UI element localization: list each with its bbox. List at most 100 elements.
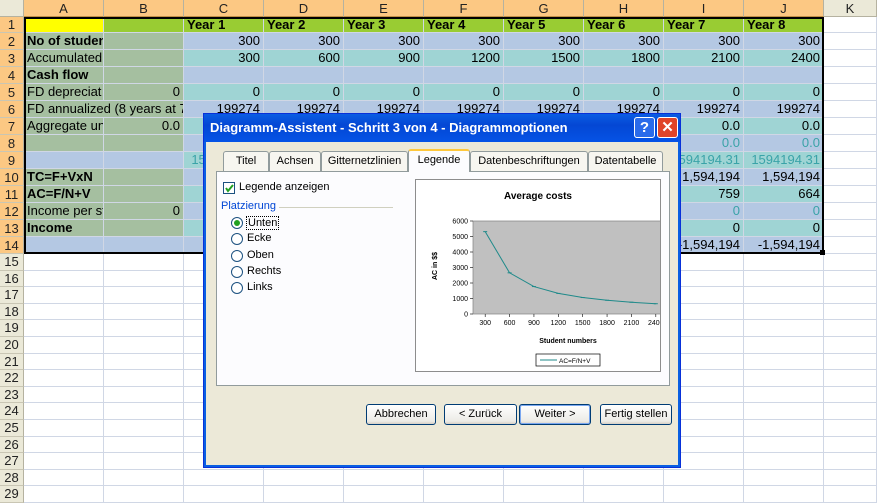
cell-a22[interactable] bbox=[24, 370, 104, 387]
cell-e1[interactable]: Year 3 bbox=[344, 17, 424, 33]
cell-j18[interactable] bbox=[744, 303, 824, 321]
cell-a12[interactable]: Income per st bbox=[24, 203, 104, 220]
tab-legende[interactable]: Legende bbox=[408, 149, 470, 172]
cell-f3[interactable]: 1200 bbox=[424, 50, 504, 67]
cell-b13[interactable] bbox=[104, 220, 184, 237]
cell-i29[interactable] bbox=[664, 486, 744, 503]
cell-j13[interactable]: 0 bbox=[744, 220, 824, 237]
cell-b24[interactable] bbox=[104, 403, 184, 420]
cell-g1[interactable]: Year 5 bbox=[504, 17, 584, 33]
cell-k20[interactable] bbox=[824, 337, 877, 354]
row-header-9[interactable]: 9 bbox=[0, 152, 24, 169]
cell-k29[interactable] bbox=[824, 486, 877, 503]
back-button[interactable]: < Zurück bbox=[444, 404, 517, 425]
row-header-29[interactable]: 29 bbox=[0, 486, 24, 503]
help-button[interactable]: ? bbox=[634, 117, 655, 138]
cell-a16[interactable] bbox=[24, 270, 104, 288]
cell-k14[interactable] bbox=[824, 237, 877, 254]
cell-k5[interactable] bbox=[824, 84, 877, 101]
cell-a7[interactable]: Aggregate un bbox=[24, 118, 104, 135]
cell-k1[interactable] bbox=[824, 17, 877, 33]
cell-j7[interactable]: 0.0 bbox=[744, 118, 824, 135]
cell-g3[interactable]: 1500 bbox=[504, 50, 584, 67]
column-header-h[interactable]: H bbox=[584, 0, 664, 17]
cell-k4[interactable] bbox=[824, 67, 877, 84]
column-header-j[interactable]: J bbox=[744, 0, 824, 17]
cell-j10[interactable]: 1,594,194 bbox=[744, 169, 824, 186]
cell-b14[interactable] bbox=[104, 237, 184, 254]
placement-corner-radio[interactable] bbox=[231, 233, 243, 245]
cell-j2[interactable]: 300 bbox=[744, 33, 824, 50]
cell-c5[interactable]: 0 bbox=[184, 84, 264, 101]
cell-j14[interactable]: -1,594,194 bbox=[744, 237, 824, 254]
row-header-14[interactable]: 14 bbox=[0, 237, 24, 254]
cell-a25[interactable] bbox=[24, 420, 104, 437]
column-header-f[interactable]: F bbox=[424, 0, 504, 17]
row-header-27[interactable]: 27 bbox=[0, 453, 24, 470]
row-header-24[interactable]: 24 bbox=[0, 403, 24, 420]
cell-g28[interactable] bbox=[504, 469, 584, 487]
cell-k3[interactable] bbox=[824, 50, 877, 67]
row-header-18[interactable]: 18 bbox=[0, 303, 24, 321]
cell-c4[interactable] bbox=[184, 67, 264, 84]
cell-b15[interactable] bbox=[104, 254, 184, 271]
row-header-25[interactable]: 25 bbox=[0, 420, 24, 437]
cell-j4[interactable] bbox=[744, 67, 824, 84]
cell-b7[interactable]: 0.0 bbox=[104, 118, 184, 135]
cell-d1[interactable]: Year 2 bbox=[264, 17, 344, 33]
cell-h5[interactable]: 0 bbox=[584, 84, 664, 101]
cell-j15[interactable] bbox=[744, 254, 824, 271]
cell-d29[interactable] bbox=[264, 486, 344, 503]
cell-d28[interactable] bbox=[264, 469, 344, 487]
cell-b3[interactable] bbox=[104, 50, 184, 67]
cell-d5[interactable]: 0 bbox=[264, 84, 344, 101]
cell-i3[interactable]: 2100 bbox=[664, 50, 744, 67]
row-header-8[interactable]: 8 bbox=[0, 135, 24, 152]
column-header-i[interactable]: I bbox=[664, 0, 744, 17]
cell-a29[interactable] bbox=[24, 486, 104, 503]
cell-h3[interactable]: 1800 bbox=[584, 50, 664, 67]
cell-b9[interactable] bbox=[104, 152, 184, 169]
cell-a27[interactable] bbox=[24, 453, 104, 470]
cell-a21[interactable] bbox=[24, 353, 104, 371]
cell-k24[interactable] bbox=[824, 403, 877, 420]
cell-g4[interactable] bbox=[504, 67, 584, 84]
cell-a19[interactable] bbox=[24, 320, 104, 337]
column-header-k[interactable]: K bbox=[824, 0, 877, 17]
cell-a8[interactable] bbox=[24, 135, 104, 152]
cell-b4[interactable] bbox=[104, 67, 184, 84]
cell-d3[interactable]: 600 bbox=[264, 50, 344, 67]
cell-a1[interactable] bbox=[24, 17, 104, 33]
cell-j17[interactable] bbox=[744, 287, 824, 304]
row-header-20[interactable]: 20 bbox=[0, 337, 24, 354]
cell-b23[interactable] bbox=[104, 386, 184, 404]
row-header-2[interactable]: 2 bbox=[0, 33, 24, 50]
cell-h28[interactable] bbox=[584, 469, 664, 487]
cell-i5[interactable]: 0 bbox=[664, 84, 744, 101]
cell-k21[interactable] bbox=[824, 353, 877, 371]
cell-a11[interactable]: AC=F/N+V bbox=[24, 186, 104, 203]
cell-h4[interactable] bbox=[584, 67, 664, 84]
cell-b27[interactable] bbox=[104, 453, 184, 470]
cell-j20[interactable] bbox=[744, 337, 824, 354]
cell-h2[interactable]: 300 bbox=[584, 33, 664, 50]
cancel-button[interactable]: Abbrechen bbox=[366, 404, 436, 425]
cell-j3[interactable]: 2400 bbox=[744, 50, 824, 67]
cell-j27[interactable] bbox=[744, 453, 824, 470]
cell-a6[interactable]: FD annualized (8 years at 7 bbox=[24, 101, 184, 118]
cell-b25[interactable] bbox=[104, 420, 184, 437]
cell-a28[interactable] bbox=[24, 469, 104, 487]
row-header-1[interactable]: 1 bbox=[0, 17, 24, 33]
cell-j16[interactable] bbox=[744, 270, 824, 288]
tab-titel[interactable]: Titel bbox=[223, 151, 269, 171]
cell-i28[interactable] bbox=[664, 469, 744, 487]
cell-f5[interactable]: 0 bbox=[424, 84, 504, 101]
cell-e28[interactable] bbox=[344, 469, 424, 487]
cell-b1[interactable] bbox=[104, 17, 184, 33]
cell-b2[interactable] bbox=[104, 33, 184, 50]
row-header-26[interactable]: 26 bbox=[0, 436, 24, 454]
cell-b17[interactable] bbox=[104, 287, 184, 304]
cell-k12[interactable] bbox=[824, 203, 877, 220]
cell-d2[interactable]: 300 bbox=[264, 33, 344, 50]
cell-a26[interactable] bbox=[24, 436, 104, 454]
